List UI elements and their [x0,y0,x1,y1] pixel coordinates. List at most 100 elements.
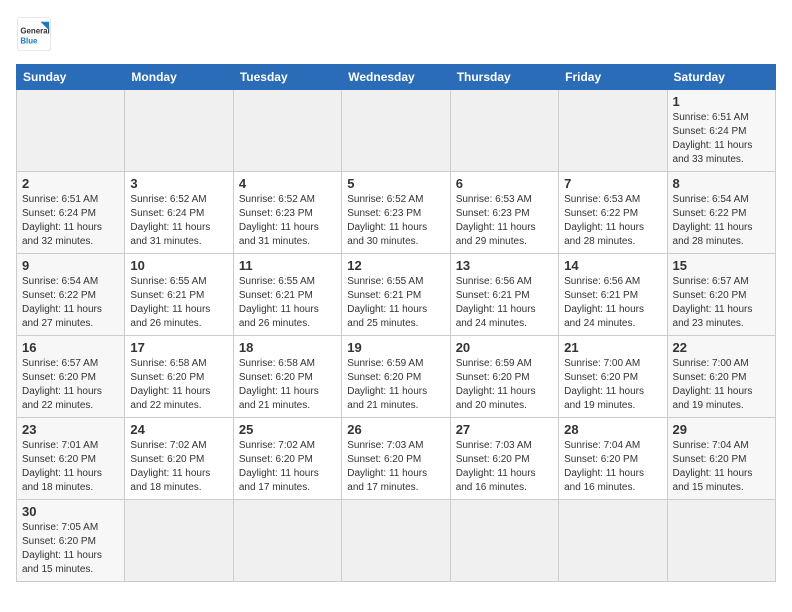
calendar-week-1: 2Sunrise: 6:51 AMSunset: 6:24 PMDaylight… [17,172,776,254]
day-number: 30 [22,504,119,519]
calendar-cell: 1 Sunrise: 6:51 AMSunset: 6:24 PMDaylight… [667,90,775,172]
calendar-cell: 11Sunrise: 6:55 AMSunset: 6:21 PMDayligh… [233,254,341,336]
calendar-cell [342,90,450,172]
day-number: 21 [564,340,661,355]
day-number: 14 [564,258,661,273]
page: General Blue SundayMondayTuesdayWednesda… [0,0,792,598]
days-header-row: SundayMondayTuesdayWednesdayThursdayFrid… [17,65,776,90]
calendar-cell: 10 Sunrise: 6:55 AMSunset: 6:21 PMDayligh… [125,254,233,336]
day-number: 5 [347,176,444,191]
calendar-cell: 9Sunrise: 6:54 AMSunset: 6:22 PMDaylight… [17,254,125,336]
day-number: 13 [456,258,553,273]
day-number: 11 [239,258,336,273]
day-header-sunday: Sunday [17,65,125,90]
day-number: 4 [239,176,336,191]
day-number: 25 [239,422,336,437]
day-info: Sunrise: 6:57 AMSunset: 6:20 PMDaylight:… [673,275,770,331]
day-number: 29 [673,422,770,437]
calendar-week-4: 23Sunrise: 7:01 AMSunset: 6:20 PMDayligh… [17,418,776,500]
day-info: Sunrise: 6:51 AMSunset: 6:24 PMDaylight:… [673,111,770,167]
day-info: Sunrise: 6:51 AMSunset: 6:24 PMDaylight:… [22,193,119,249]
svg-text:General: General [20,26,49,35]
day-number: 19 [347,340,444,355]
day-info: Sunrise: 6:52 AMSunset: 6:24 PMDaylight:… [130,193,227,249]
day-info: Sunrise: 6:57 AMSunset: 6:20 PMDaylight:… [22,357,119,413]
day-info: Sunrise: 6:58 AMSunset: 6:20 PMDaylight:… [130,357,227,413]
calendar-week-0: 1 Sunrise: 6:51 AMSunset: 6:24 PMDaylight… [17,90,776,172]
day-number: 20 [456,340,553,355]
calendar-cell [17,90,125,172]
day-number: 22 [673,340,770,355]
day-number: 1 [673,94,770,109]
day-info: Sunrise: 7:03 AMSunset: 6:20 PMDaylight:… [347,439,444,495]
calendar-cell: 18Sunrise: 6:58 AMSunset: 6:20 PMDayligh… [233,336,341,418]
calendar-week-2: 9Sunrise: 6:54 AMSunset: 6:22 PMDaylight… [17,254,776,336]
day-info: Sunrise: 7:05 AMSunset: 6:20 PMDaylight:… [22,521,119,577]
calendar-cell: 14 Sunrise: 6:56 AMSunset: 6:21 PMDayligh… [559,254,667,336]
day-info: Sunrise: 6:53 AMSunset: 6:23 PMDaylight:… [456,193,553,249]
day-info: Sunrise: 6:59 AMSunset: 6:20 PMDaylight:… [456,357,553,413]
calendar-cell: 16Sunrise: 6:57 AMSunset: 6:20 PMDayligh… [17,336,125,418]
day-info: Sunrise: 6:52 AMSunset: 6:23 PMDaylight:… [239,193,336,249]
calendar-cell [233,500,341,582]
day-info: Sunrise: 6:58 AMSunset: 6:20 PMDaylight:… [239,357,336,413]
calendar-cell: 22 Sunrise: 7:00 AMSunset: 6:20 PMDayligh… [667,336,775,418]
calendar-cell: 28 Sunrise: 7:04 AMSunset: 6:20 PMDayligh… [559,418,667,500]
calendar-cell: 25 Sunrise: 7:02 AMSunset: 6:20 PMDayligh… [233,418,341,500]
calendar-cell: 17Sunrise: 6:58 AMSunset: 6:20 PMDayligh… [125,336,233,418]
day-header-monday: Monday [125,65,233,90]
day-number: 6 [456,176,553,191]
calendar-cell: 26 Sunrise: 7:03 AMSunset: 6:20 PMDayligh… [342,418,450,500]
calendar-week-3: 16Sunrise: 6:57 AMSunset: 6:20 PMDayligh… [17,336,776,418]
day-header-saturday: Saturday [667,65,775,90]
day-number: 26 [347,422,444,437]
calendar-week-5: 30 Sunrise: 7:05 AMSunset: 6:20 PMDayligh… [17,500,776,582]
day-info: Sunrise: 6:54 AMSunset: 6:22 PMDaylight:… [22,275,119,331]
day-header-friday: Friday [559,65,667,90]
day-info: Sunrise: 7:02 AMSunset: 6:20 PMDaylight:… [130,439,227,495]
day-info: Sunrise: 7:04 AMSunset: 6:20 PMDaylight:… [564,439,661,495]
day-info: Sunrise: 6:52 AMSunset: 6:23 PMDaylight:… [347,193,444,249]
logo-icon: General Blue [16,16,52,52]
day-info: Sunrise: 7:00 AMSunset: 6:20 PMDaylight:… [673,357,770,413]
calendar-cell: 5 Sunrise: 6:52 AMSunset: 6:23 PMDaylight… [342,172,450,254]
day-info: Sunrise: 6:55 AMSunset: 6:21 PMDaylight:… [130,275,227,331]
day-header-tuesday: Tuesday [233,65,341,90]
day-number: 24 [130,422,227,437]
day-info: Sunrise: 6:53 AMSunset: 6:22 PMDaylight:… [564,193,661,249]
day-info: Sunrise: 6:54 AMSunset: 6:22 PMDaylight:… [673,193,770,249]
header: General Blue [16,16,776,52]
day-number: 3 [130,176,227,191]
calendar-cell [450,90,558,172]
day-info: Sunrise: 7:00 AMSunset: 6:20 PMDaylight:… [564,357,661,413]
day-header-thursday: Thursday [450,65,558,90]
day-number: 27 [456,422,553,437]
calendar-header: SundayMondayTuesdayWednesdayThursdayFrid… [17,65,776,90]
calendar-cell: 23Sunrise: 7:01 AMSunset: 6:20 PMDayligh… [17,418,125,500]
day-info: Sunrise: 6:56 AMSunset: 6:21 PMDaylight:… [456,275,553,331]
calendar-cell [342,500,450,582]
calendar-cell [233,90,341,172]
calendar-cell: 6 Sunrise: 6:53 AMSunset: 6:23 PMDaylight… [450,172,558,254]
day-info: Sunrise: 6:55 AMSunset: 6:21 PMDaylight:… [347,275,444,331]
logo: General Blue [16,16,56,52]
day-number: 12 [347,258,444,273]
day-info: Sunrise: 7:02 AMSunset: 6:20 PMDaylight:… [239,439,336,495]
day-header-wednesday: Wednesday [342,65,450,90]
calendar-cell: 2Sunrise: 6:51 AMSunset: 6:24 PMDaylight… [17,172,125,254]
calendar-cell: 13 Sunrise: 6:56 AMSunset: 6:21 PMDayligh… [450,254,558,336]
calendar-cell [450,500,558,582]
calendar-cell [559,500,667,582]
calendar-cell: 8Sunrise: 6:54 AMSunset: 6:22 PMDaylight… [667,172,775,254]
svg-text:Blue: Blue [20,36,38,45]
calendar-cell: 24 Sunrise: 7:02 AMSunset: 6:20 PMDayligh… [125,418,233,500]
calendar-cell: 20 Sunrise: 6:59 AMSunset: 6:20 PMDayligh… [450,336,558,418]
day-number: 10 [130,258,227,273]
calendar-cell [667,500,775,582]
day-info: Sunrise: 6:56 AMSunset: 6:21 PMDaylight:… [564,275,661,331]
day-number: 23 [22,422,119,437]
calendar-table: SundayMondayTuesdayWednesdayThursdayFrid… [16,64,776,582]
day-number: 28 [564,422,661,437]
calendar-body: 1 Sunrise: 6:51 AMSunset: 6:24 PMDaylight… [17,90,776,582]
day-number: 15 [673,258,770,273]
